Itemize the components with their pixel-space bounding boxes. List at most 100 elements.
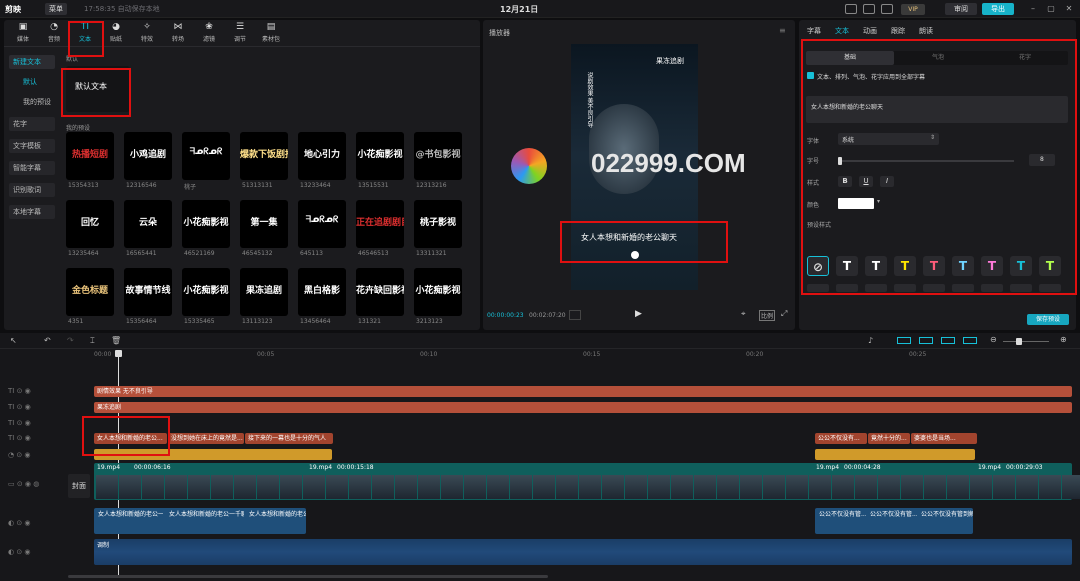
shortcut-icon[interactable] (881, 4, 893, 14)
tab-media[interactable]: ▣ 媒体 (10, 22, 36, 44)
nav-my-preset[interactable]: 我的预设 (9, 95, 55, 109)
rotate-handle-icon[interactable] (631, 251, 639, 259)
nav-smart-subtitle[interactable]: 智能字幕 (9, 161, 55, 175)
preset-card[interactable]: 小花痴影视 (356, 132, 404, 180)
preset-card[interactable]: 故事情节线 (124, 268, 172, 316)
layout-icon[interactable] (845, 4, 857, 14)
zoom-slider-handle[interactable] (1016, 338, 1022, 345)
subtitle-clip[interactable]: 婆婆也是当场... (911, 433, 977, 444)
nav-default[interactable]: 默认 (9, 75, 55, 89)
preset-card[interactable]: ᖷᓄᖇᓄᖇ (182, 132, 230, 180)
save-preset-button[interactable]: 保存预设 (1027, 314, 1069, 325)
preset-style-swatch[interactable] (836, 284, 858, 292)
fit-icon[interactable]: ⌖ (741, 309, 746, 319)
preset-card[interactable]: 小鸡追剧 (124, 132, 172, 180)
preset-card[interactable]: 黑白格影 (298, 268, 346, 316)
chain-icon[interactable] (941, 337, 955, 344)
bgm-clip[interactable]: 调制 (94, 539, 1072, 565)
preset-card[interactable]: 果冻追剧 (240, 268, 288, 316)
timeline-scrollbar[interactable] (68, 575, 548, 578)
preset-style-swatch[interactable]: T (865, 256, 887, 276)
sticker-clip[interactable] (815, 449, 975, 460)
tab-package[interactable]: ▤ 素材包 (258, 22, 284, 44)
magnet-icon[interactable] (919, 337, 933, 344)
tab-read-aloud[interactable]: 朗读 (919, 26, 933, 36)
preset-card[interactable]: 第一集 (240, 200, 288, 248)
tab-animation[interactable]: 动画 (863, 26, 877, 36)
play-button[interactable]: ▶ (635, 309, 642, 319)
tab-text-props[interactable]: 文本 (835, 26, 849, 36)
maximize-icon[interactable]: ▢ (1045, 3, 1057, 15)
preset-card[interactable]: 小花痴影视 (182, 200, 230, 248)
preset-style-swatch[interactable] (1039, 284, 1061, 292)
select-tool-icon[interactable]: ↖ (10, 336, 17, 345)
nav-new-text[interactable]: 新建文本 (9, 55, 55, 69)
preset-style-swatch[interactable] (807, 284, 829, 292)
minimize-icon[interactable]: – (1027, 3, 1039, 15)
preset-style-swatch[interactable]: T (952, 256, 974, 276)
close-icon[interactable]: ✕ (1063, 3, 1075, 15)
preset-style-swatch[interactable] (952, 284, 974, 292)
size-slider[interactable] (838, 157, 1014, 165)
tab-audio[interactable]: ◔ 音频 (41, 22, 67, 44)
export-button[interactable]: 导出 (982, 3, 1014, 15)
tab-transition[interactable]: ⋈ 转场 (165, 22, 191, 44)
preview-axis-icon[interactable] (963, 337, 977, 344)
review-button[interactable]: 审阅 (945, 3, 977, 15)
tab-effects[interactable]: ✧ 特效 (134, 22, 160, 44)
split-icon[interactable]: ⌶ (90, 336, 95, 346)
player-menu-icon[interactable]: ≡ (779, 26, 786, 35)
zoom-in-icon[interactable]: ⊕ (1060, 335, 1067, 344)
video-subtitle[interactable]: 女人本想和新婚的老公聊天 (581, 232, 677, 243)
bold-button[interactable]: B (838, 176, 852, 187)
preset-card[interactable]: 回忆 (66, 200, 114, 248)
preset-card[interactable]: 正在追剧剧目 (356, 200, 404, 248)
link-icon[interactable] (897, 337, 911, 344)
preset-card[interactable]: 小花痴影视 (182, 268, 230, 316)
redo-icon[interactable]: ↷ (67, 336, 74, 345)
vip-badge[interactable]: VIP (901, 4, 925, 15)
preset-card[interactable]: 花卉缺回影视 (356, 268, 404, 316)
sticker-clip[interactable] (94, 449, 332, 460)
size-slider-handle[interactable] (838, 157, 842, 165)
preset-card[interactable]: 热播短剧 (66, 132, 114, 180)
menu-button[interactable]: 菜单 (45, 3, 67, 15)
color-swatch[interactable] (838, 198, 874, 209)
preset-style-swatch[interactable]: T (981, 256, 1003, 276)
preset-style-swatch[interactable]: T (894, 256, 916, 276)
tab-text[interactable]: TI 文本 (72, 22, 98, 44)
subtitle-clip[interactable]: 竟然十分的... (868, 433, 910, 444)
text-input[interactable]: 女人本想和新婚的老公聊天 (806, 96, 1068, 123)
subtab-basic[interactable]: 基础 (806, 51, 894, 65)
grid-icon[interactable] (569, 310, 581, 320)
preset-card[interactable]: 金色标题 (66, 268, 114, 316)
preset-style-swatch[interactable]: T (1039, 256, 1061, 276)
nav-local-subtitle[interactable]: 本地字幕 (9, 205, 55, 219)
text-clip[interactable]: 剧情效果 无不良引导 (94, 386, 1072, 397)
preset-card[interactable]: @书包影视 (414, 132, 462, 180)
subtab-fancy[interactable]: 花字 (982, 51, 1068, 65)
nav-text-template[interactable]: 文字模板 (9, 139, 55, 153)
subtab-bubble[interactable]: 气泡 (894, 51, 982, 65)
preset-style-swatch[interactable] (894, 284, 916, 292)
font-select[interactable]: 系统 ⇕ (838, 133, 939, 145)
subtitle-clip[interactable]: 女人本想和新婚的老公... (94, 433, 167, 444)
zoom-slider[interactable] (1003, 341, 1049, 342)
tab-sticker[interactable]: ◕ 贴纸 (103, 22, 129, 44)
preset-style-swatch[interactable] (981, 284, 1003, 292)
fullscreen-icon[interactable]: ⤢ (781, 309, 787, 319)
microphone-icon[interactable]: ♪ (868, 336, 873, 345)
tab-adjust[interactable]: ☰ 调节 (227, 22, 253, 44)
preset-style-swatch[interactable]: T (923, 256, 945, 276)
preset-card[interactable]: 云朵 (124, 200, 172, 248)
zoom-out-icon[interactable]: ⊖ (990, 335, 997, 344)
preset-none-icon[interactable]: ⊘ (807, 256, 829, 276)
preset-card[interactable]: 桃子影视 (414, 200, 462, 248)
playhead-handle[interactable] (115, 350, 122, 357)
preset-style-swatch[interactable]: T (836, 256, 858, 276)
text-clip[interactable]: 果冻追剧 (94, 402, 1072, 413)
delete-icon[interactable]: 🗑 (111, 336, 121, 345)
preset-card[interactable]: ᖷᓄᖇᓄᖇ (298, 200, 346, 248)
subtitle-clip[interactable]: 公公不仅没有... (815, 433, 867, 444)
undo-icon[interactable]: ↶ (44, 336, 51, 345)
